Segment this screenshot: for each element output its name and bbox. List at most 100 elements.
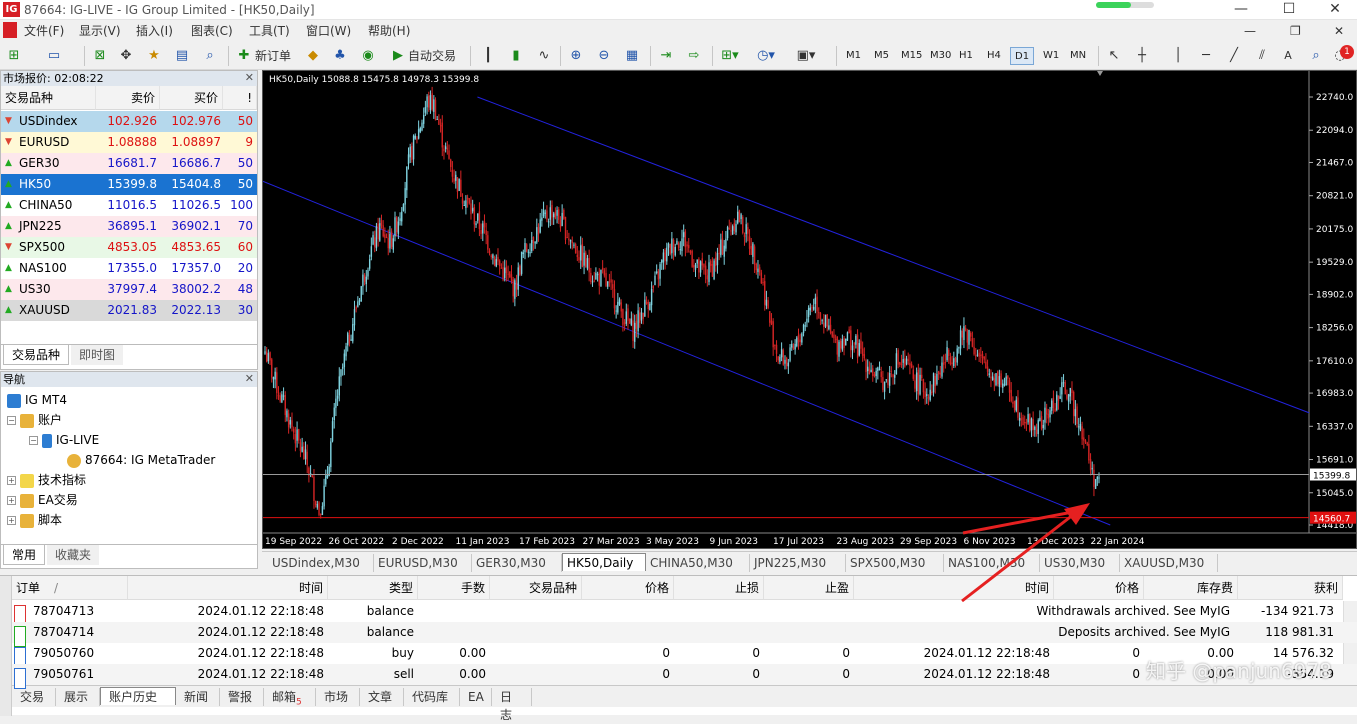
terminal-tab[interactable]: 账户历史 (100, 687, 176, 705)
terminal-tab[interactable]: 文章 (360, 688, 404, 706)
menu-file[interactable]: 文件(F) (24, 22, 64, 40)
market-watch-row[interactable]: ▲ XAUUSD 2021.83 2022.13 30 (1, 300, 257, 321)
chart-tab[interactable]: JPN225,M30 (750, 554, 846, 572)
chart-shift-icon[interactable]: ⇥ (656, 46, 676, 66)
chart-window[interactable]: 22740.0 22094.0 21467.0 20821.0 20175.0 19529… (262, 70, 1357, 549)
price-chart[interactable]: 22740.0 22094.0 21467.0 20821.0 20175.0 19529… (263, 71, 1356, 548)
expand-toggle-icon[interactable]: + (7, 496, 16, 505)
timeframe-m30[interactable]: M30 (926, 47, 955, 65)
doc-close-button[interactable]: ✕ (1334, 22, 1344, 40)
doc-minimize-button[interactable]: — (1244, 22, 1256, 40)
chart-tab[interactable]: XAUUSD,M30 (1120, 554, 1218, 572)
market-watch-row[interactable]: ▲ HK50 15399.8 15404.8 50 (1, 174, 257, 195)
col-profit[interactable]: 获利 (1238, 576, 1343, 600)
chart-tab[interactable]: SPX500,M30 (846, 554, 944, 572)
nav-item-ig-mt4[interactable]: IG MT4 (7, 390, 67, 410)
menu-help[interactable]: 帮助(H) (368, 22, 410, 40)
market-watch-row[interactable]: ▲ NAS100 17355.0 17357.0 20 (1, 258, 257, 279)
terminal-tab[interactable]: 市场 (316, 688, 360, 706)
nav-item-indicators[interactable]: + 技术指标 (7, 470, 86, 490)
nav-item-ig-live[interactable]: − IG-LIVE (29, 430, 99, 450)
favorites-icon[interactable]: ★ (144, 46, 164, 66)
history-row[interactable]: 78704714 2024.01.12 22:18:48 balance Deposi… (12, 622, 1357, 647)
terminal-tab[interactable]: 邮箱5 (264, 688, 316, 707)
col-type[interactable]: 类型 (328, 576, 418, 600)
new-order-button[interactable]: 新订单 (255, 46, 291, 66)
market-watch-row[interactable]: ▲ GER30 16681.7 16686.7 50 (1, 153, 257, 174)
auto-trade-icon[interactable]: ▶ (388, 46, 408, 66)
new-order-icon[interactable]: ✚ (234, 46, 254, 66)
tab-favorites[interactable]: 收藏夹 (47, 545, 100, 565)
column-header-ask[interactable]: 买价 (160, 86, 223, 110)
text-tool-icon[interactable]: A (1278, 46, 1298, 66)
chart-tab[interactable]: USDindex,M30 (268, 554, 374, 572)
col-swap[interactable]: 库存费 (1144, 576, 1238, 600)
chart-tab[interactable]: HK50,Daily (562, 553, 646, 571)
nav-item-expert-advisors[interactable]: + EA交易 (7, 490, 78, 510)
col-symbol[interactable]: 交易品种 (490, 576, 582, 600)
doc-restore-button[interactable]: ❐ (1290, 22, 1301, 40)
crosshair-tool-icon[interactable]: ┼ (1132, 46, 1152, 66)
terminal-tab[interactable]: EA (460, 688, 492, 706)
timeframe-h1[interactable]: H1 (955, 47, 977, 65)
col-price[interactable]: 价格 (582, 576, 674, 600)
close-window-button[interactable]: ✕ (1312, 0, 1357, 20)
timeframe-h4[interactable]: H4 (983, 47, 1005, 65)
candle-chart-icon[interactable]: ▮ (506, 46, 526, 66)
minimize-button[interactable]: — (1218, 0, 1264, 20)
crosshair-icon[interactable]: ✥ (116, 46, 136, 66)
tester-icon[interactable]: ⌕ (200, 46, 220, 66)
horizontal-line-icon[interactable]: ─ (1196, 46, 1216, 66)
menu-tools[interactable]: 工具(T) (249, 22, 290, 40)
indicators-icon[interactable]: ⊞▾ (720, 46, 740, 66)
signals-icon[interactable]: ♣ (330, 46, 350, 66)
periods-icon[interactable]: ◷▾ (756, 46, 776, 66)
column-header-symbol[interactable]: 交易品种 (1, 86, 96, 110)
tab-tick-chart[interactable]: 即时图 (71, 345, 124, 365)
zoom-out-icon[interactable]: ⊖ (594, 46, 614, 66)
market-watch-row[interactable]: ▲ US30 37997.4 38002.2 48 (1, 279, 257, 300)
terminal-tab[interactable]: 交易 (12, 688, 56, 706)
market-watch-row[interactable]: ▼ EURUSD 1.08888 1.08897 9 (1, 132, 257, 153)
col-lots[interactable]: 手数 (418, 576, 490, 600)
market-icon[interactable]: ◉ (358, 46, 378, 66)
timeframe-w1[interactable]: W1 (1039, 47, 1063, 65)
bar-chart-icon[interactable]: ┃ (478, 46, 498, 66)
tile-windows-icon[interactable]: ▦ (622, 46, 642, 66)
timeframe-m5[interactable]: M5 (870, 47, 893, 65)
metaeditor-icon[interactable]: ◆ (303, 46, 323, 66)
menu-insert[interactable]: 插入(I) (136, 22, 173, 40)
expand-toggle-icon[interactable]: + (7, 476, 16, 485)
timeframe-m15[interactable]: M15 (897, 47, 926, 65)
tab-common[interactable]: 常用 (3, 545, 46, 565)
market-watch-row[interactable]: ▼ USDindex 102.926 102.976 50 (1, 111, 257, 132)
nav-item-accounts[interactable]: − 账户 (7, 410, 62, 430)
chart-tab[interactable]: GER30,M30 (472, 554, 562, 572)
close-panel-icon[interactable]: ✕ (245, 71, 254, 85)
chart-tab[interactable]: EURUSD,M30 (374, 554, 472, 572)
terminal-tab[interactable]: 新闻 (176, 688, 220, 706)
collapse-toggle-icon[interactable]: − (7, 416, 16, 425)
column-header-bid[interactable]: 卖价 (96, 86, 160, 110)
templates-icon[interactable]: ▣▾ (796, 46, 816, 66)
search-icon[interactable]: ⌕ (1306, 46, 1326, 66)
new-chart-icon[interactable]: ⊞ (4, 46, 24, 66)
terminal-tab[interactable]: 日志 (492, 688, 532, 722)
market-watch-row[interactable]: ▼ SPX500 4853.05 4853.65 60 (1, 237, 257, 258)
terminal-tab[interactable]: 展示 (56, 688, 100, 706)
auto-trade-button[interactable]: 自动交易 (408, 46, 456, 66)
nav-item-account-87664[interactable]: 87664: IG MetaTrader (67, 450, 215, 470)
column-header-spread[interactable]: ! (223, 86, 257, 110)
history-row[interactable]: 78704713 2024.01.12 22:18:48 balance Withdr… (12, 601, 1357, 626)
tab-symbols[interactable]: 交易品种 (3, 345, 70, 365)
line-chart-icon[interactable]: ∿ (534, 46, 554, 66)
close-panel-icon[interactable]: ✕ (245, 372, 254, 386)
nav-item-scripts[interactable]: + 脚本 (7, 510, 62, 530)
col-sl[interactable]: 止损 (674, 576, 764, 600)
menu-charts[interactable]: 图表(C) (191, 22, 233, 40)
menu-window[interactable]: 窗口(W) (306, 22, 351, 40)
chart-tab[interactable]: CHINA50,M30 (646, 554, 750, 572)
timeframe-m1[interactable]: M1 (842, 47, 865, 65)
maximize-button[interactable]: ☐ (1266, 0, 1312, 20)
market-watch-row[interactable]: ▲ JPN225 36895.1 36902.1 70 (1, 216, 257, 237)
